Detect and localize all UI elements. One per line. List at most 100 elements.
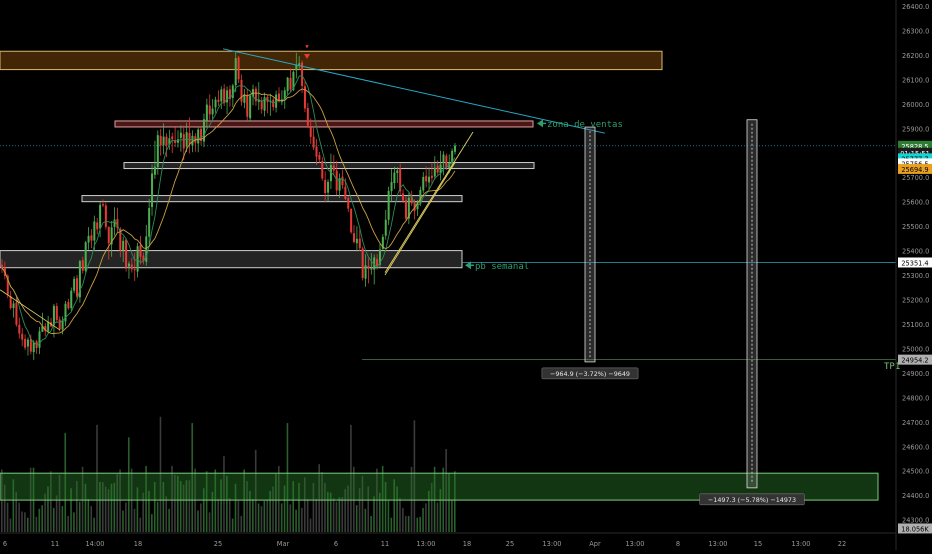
mid-zone-1 bbox=[123, 162, 535, 170]
candle-body bbox=[211, 108, 214, 115]
candle-body bbox=[347, 198, 350, 209]
candle-body bbox=[153, 166, 156, 175]
volume-bar bbox=[240, 515, 243, 532]
pb-semanal-zone bbox=[0, 250, 463, 269]
volume-bar bbox=[9, 518, 12, 532]
candle-body bbox=[99, 204, 102, 229]
candle-body bbox=[96, 222, 99, 230]
price-label: 25351.4 bbox=[901, 259, 928, 267]
candle-body bbox=[159, 135, 162, 146]
candle-body bbox=[355, 238, 358, 244]
volume-bar bbox=[419, 516, 421, 532]
volume-bar bbox=[252, 498, 254, 532]
candle-body bbox=[133, 269, 136, 271]
candle-body bbox=[341, 176, 344, 186]
candle-body bbox=[18, 324, 21, 334]
time-tick-label: 13:00 bbox=[542, 540, 561, 548]
supply-zone-top bbox=[0, 50, 663, 71]
volume-bar bbox=[217, 498, 219, 532]
candle-body bbox=[122, 240, 125, 251]
candle-body bbox=[396, 170, 399, 174]
peak-marker-icon: ▼ bbox=[305, 45, 309, 50]
candle-body bbox=[404, 200, 407, 219]
candle-body bbox=[81, 260, 84, 271]
candle-body bbox=[298, 63, 301, 65]
candle-body bbox=[87, 235, 90, 243]
volume-bar bbox=[364, 508, 367, 532]
price-tick-label: 24500.0 bbox=[902, 468, 929, 476]
chart-canvas[interactable]: −964.9 (−3.72%) −9649 −1497.3 (−5.78%) −1… bbox=[0, 0, 932, 550]
candle-body bbox=[156, 135, 159, 168]
candle-body bbox=[289, 77, 292, 90]
candle-body bbox=[214, 99, 217, 108]
time-tick-label: 15 bbox=[754, 540, 762, 548]
time-tick-label: 18 bbox=[134, 540, 142, 548]
price-tick-label: 25500.0 bbox=[902, 223, 929, 231]
candle-body bbox=[272, 99, 275, 108]
grid bbox=[0, 0, 932, 550]
volume-bar bbox=[35, 516, 38, 532]
volume-bar bbox=[306, 498, 309, 532]
candle-body bbox=[197, 129, 200, 144]
volume-bar bbox=[295, 509, 297, 532]
price-tick-label: 24400.0 bbox=[902, 492, 929, 500]
candle-body bbox=[205, 104, 208, 121]
price-axis[interactable]: 26400.0 26300.0 26200.0 26100.0 26000.0 25900… bbox=[895, 0, 932, 550]
candle-body bbox=[9, 296, 12, 309]
volume-bar bbox=[21, 511, 23, 532]
candle-body bbox=[370, 268, 373, 270]
volume-bar bbox=[315, 498, 318, 532]
candle-body bbox=[309, 127, 312, 137]
time-tick-label: 13:00 bbox=[625, 540, 644, 548]
candle-body bbox=[127, 263, 130, 267]
candle-body bbox=[113, 219, 116, 227]
candlestick-chart[interactable]: −964.9 (−3.72%) −9649 −1497.3 (−5.78%) −1… bbox=[0, 0, 932, 550]
candle-body bbox=[223, 88, 226, 104]
candle-body bbox=[21, 333, 24, 340]
volume-bar bbox=[73, 512, 75, 532]
volume-bar bbox=[67, 515, 69, 532]
candle-body bbox=[335, 170, 338, 191]
candle-body bbox=[231, 85, 234, 98]
candle-body bbox=[453, 145, 457, 152]
candle-body bbox=[353, 233, 356, 243]
price-tick-label: 25300.0 bbox=[902, 272, 929, 280]
price-tick-label: 25900.0 bbox=[902, 125, 929, 133]
price-tick-label: 26400.0 bbox=[902, 3, 929, 11]
measure-label: −964.9 (−3.72%) −9649 bbox=[550, 370, 630, 378]
candle-body bbox=[130, 264, 133, 270]
price-tick-label: 25000.0 bbox=[902, 345, 929, 353]
candle-body bbox=[332, 165, 335, 171]
candle-body bbox=[237, 57, 240, 80]
candle-body bbox=[188, 132, 191, 145]
volume-bar bbox=[257, 503, 260, 532]
time-tick-label: 11 bbox=[51, 540, 59, 548]
volume-bar bbox=[260, 506, 263, 532]
volume-bar bbox=[208, 512, 211, 532]
volume-bar bbox=[402, 507, 404, 532]
candle-body bbox=[361, 248, 364, 278]
volume-bar bbox=[422, 507, 424, 532]
candle-body bbox=[324, 179, 327, 194]
volume-bar bbox=[228, 498, 231, 532]
price-tick-label: 26100.0 bbox=[902, 76, 929, 84]
time-tick-label: Apr bbox=[589, 540, 601, 548]
volume-bar bbox=[451, 499, 453, 532]
candle-body bbox=[344, 186, 347, 199]
price-tick-label: 25200.0 bbox=[902, 297, 929, 305]
candle-body bbox=[217, 99, 220, 102]
time-tick-label: 25 bbox=[506, 540, 514, 548]
time-tick-label: 18 bbox=[463, 540, 471, 548]
candle-body bbox=[104, 205, 107, 227]
volume-bar bbox=[390, 517, 393, 532]
candle-body bbox=[125, 239, 128, 268]
volume-bar bbox=[55, 495, 58, 532]
time-tick-label: 6 bbox=[334, 540, 338, 548]
candle-body bbox=[318, 154, 321, 160]
candle-body bbox=[208, 105, 211, 115]
time-tick-label: 13:00 bbox=[416, 540, 435, 548]
price-tick-label: 26200.0 bbox=[902, 52, 929, 60]
volume-bar bbox=[93, 517, 95, 532]
candle-body bbox=[367, 266, 370, 269]
candle-body bbox=[295, 64, 298, 71]
